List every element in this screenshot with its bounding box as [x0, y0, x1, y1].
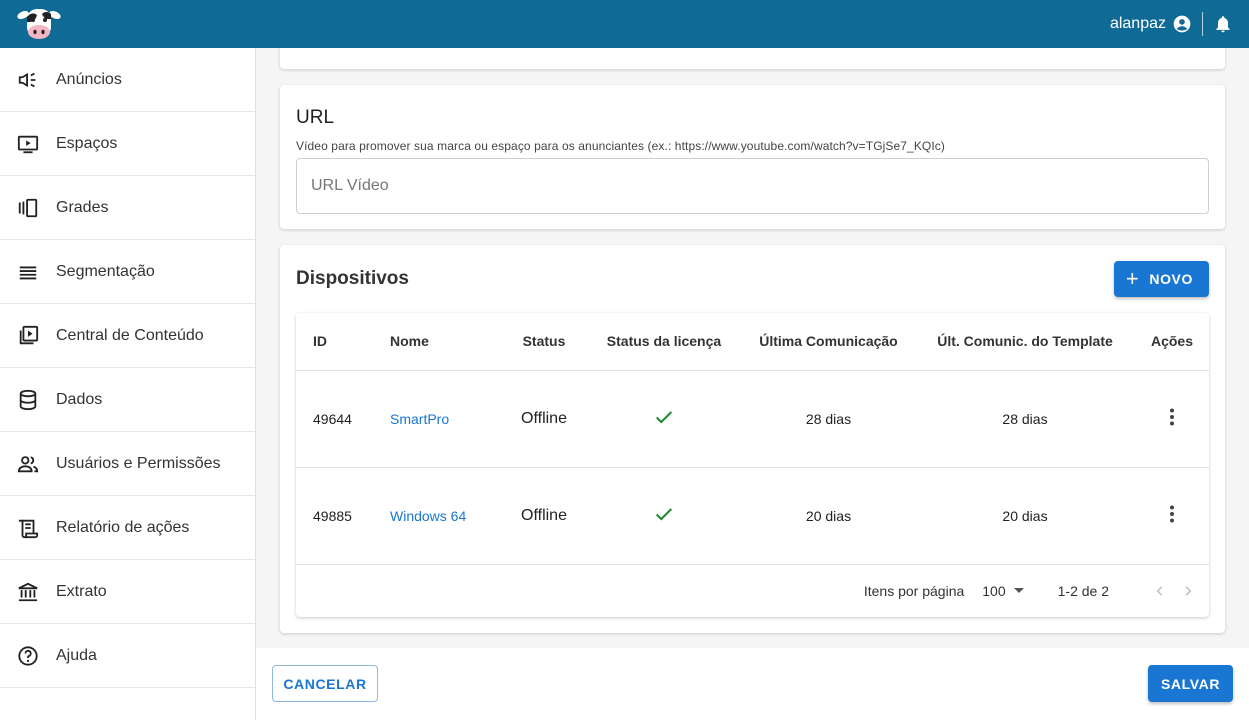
- table-header-row: ID Nome Status Status da licença Última …: [296, 313, 1209, 371]
- column-header-license[interactable]: Status da licença: [590, 313, 738, 371]
- plus-icon: +: [1125, 266, 1140, 291]
- carousel-icon: [16, 196, 40, 220]
- help-circle-icon: [16, 644, 40, 668]
- sidebar-item-ajuda[interactable]: Ajuda: [0, 624, 255, 688]
- video-library-icon: [16, 324, 40, 348]
- devices-table: ID Nome Status Status da licença Última …: [296, 313, 1209, 617]
- caret-down-icon: [1013, 588, 1024, 593]
- sidebar-item-label: Relatório de ações: [56, 518, 190, 536]
- top-divider: [1202, 12, 1203, 36]
- account-circle-icon[interactable]: [1172, 14, 1192, 34]
- column-header-id[interactable]: ID: [296, 313, 390, 371]
- url-video-input[interactable]: [296, 158, 1209, 214]
- device-template-comm: 28 dias: [919, 370, 1131, 468]
- device-last-comm: 20 dias: [738, 467, 919, 565]
- save-button[interactable]: SALVAR: [1148, 665, 1233, 702]
- receipt-icon: [16, 516, 40, 540]
- sidebar-item-espacos[interactable]: Espaços: [0, 112, 255, 176]
- new-device-button[interactable]: + NOVO: [1113, 261, 1209, 297]
- device-id: 49885: [296, 467, 390, 565]
- user-area: alanpaz: [1110, 12, 1233, 36]
- pagination: Itens por página 100 1-2 de 2: [296, 565, 1209, 617]
- sidebar-item-label: Grades: [56, 198, 109, 216]
- items-per-page-value: 100: [982, 582, 1006, 599]
- pagination-range: 1-2 de 2: [1057, 582, 1109, 599]
- sidebar-item-relatorio[interactable]: Relatório de ações: [0, 496, 255, 560]
- device-template-comm: 20 dias: [919, 467, 1131, 565]
- devices-title: Dispositivos: [296, 268, 409, 289]
- device-id: 49644: [296, 370, 390, 468]
- megaphone-icon: [16, 68, 40, 92]
- check-icon: [653, 503, 675, 525]
- main-content: URL Vídeo para promover sua marca ou esp…: [256, 48, 1249, 648]
- sidebar-item-grades[interactable]: Grades: [0, 176, 255, 240]
- column-header-actions: Ações: [1131, 313, 1209, 371]
- sidebar-item-central-de-conteudo[interactable]: Central de Conteúdo: [0, 304, 255, 368]
- column-header-status[interactable]: Status: [498, 313, 590, 371]
- people-icon: [16, 452, 40, 476]
- url-section-title: URL: [296, 107, 335, 128]
- device-name-link[interactable]: SmartPro: [390, 411, 449, 427]
- sidebar-item-label: Ajuda: [56, 646, 97, 664]
- top-bar: alanpaz: [0, 0, 1249, 48]
- device-status: Offline: [498, 370, 590, 468]
- sidebar-item-extrato[interactable]: Extrato: [0, 560, 255, 624]
- sidebar-item-anuncios[interactable]: Anúncios: [0, 48, 255, 112]
- cancel-button[interactable]: CANCELAR: [272, 665, 378, 702]
- sidebar-item-label: Anúncios: [56, 70, 122, 88]
- username-label[interactable]: alanpaz: [1110, 15, 1166, 33]
- devices-card: Dispositivos + NOVO ID Nome Status Statu…: [280, 245, 1225, 633]
- device-last-comm: 28 dias: [738, 370, 919, 468]
- sidebar-item-usuarios[interactable]: Usuários e Permissões: [0, 432, 255, 496]
- sidebar-item-segmentacao[interactable]: Segmentação: [0, 240, 255, 304]
- bell-icon[interactable]: [1213, 14, 1233, 34]
- column-header-last-comm[interactable]: Última Comunicação: [738, 313, 919, 371]
- table-row: 49885 Windows 64 Offline 20 dias 20 dias: [296, 467, 1209, 565]
- sidebar: Anúncios Espaços Grades Segmentação Cent…: [0, 48, 256, 720]
- table-row: 49644 SmartPro Offline 28 dias 28 dias: [296, 370, 1209, 468]
- chevron-left-icon[interactable]: [1153, 584, 1167, 598]
- database-icon: [16, 388, 40, 412]
- url-card: URL Vídeo para promover sua marca ou esp…: [280, 85, 1225, 229]
- device-name-link[interactable]: Windows 64: [390, 508, 466, 524]
- items-per-page-select[interactable]: 100: [982, 582, 1024, 599]
- sidebar-item-label: Central de Conteúdo: [56, 326, 204, 344]
- screen-play-icon: [16, 132, 40, 156]
- more-vert-icon[interactable]: [1169, 505, 1175, 523]
- more-vert-icon[interactable]: [1169, 408, 1175, 426]
- device-status: Offline: [498, 467, 590, 565]
- column-header-nome[interactable]: Nome: [390, 313, 498, 371]
- items-per-page-label: Itens por página: [863, 582, 965, 599]
- sidebar-item-label: Segmentação: [56, 262, 155, 280]
- devices-header: Dispositivos + NOVO: [296, 261, 1209, 297]
- chevron-right-icon[interactable]: [1181, 584, 1195, 598]
- sidebar-item-label: Espaços: [56, 134, 118, 152]
- url-section-hint: Vídeo para promover sua marca ou espaço …: [296, 139, 945, 153]
- sidebar-item-dados[interactable]: Dados: [0, 368, 255, 432]
- sidebar-item-label: Dados: [56, 390, 103, 408]
- sidebar-item-label: Extrato: [56, 582, 107, 600]
- check-icon: [653, 406, 675, 428]
- column-header-template-comm[interactable]: Últ. Comunic. do Template: [919, 313, 1131, 371]
- footer-actions: CANCELAR SALVAR: [256, 648, 1249, 720]
- bank-icon: [16, 580, 40, 604]
- sidebar-item-label: Usuários e Permissões: [56, 454, 221, 472]
- new-device-label: NOVO: [1149, 271, 1193, 287]
- list-lines-icon: [16, 260, 40, 284]
- previous-card: [280, 48, 1225, 69]
- cow-logo-icon[interactable]: [16, 4, 64, 44]
